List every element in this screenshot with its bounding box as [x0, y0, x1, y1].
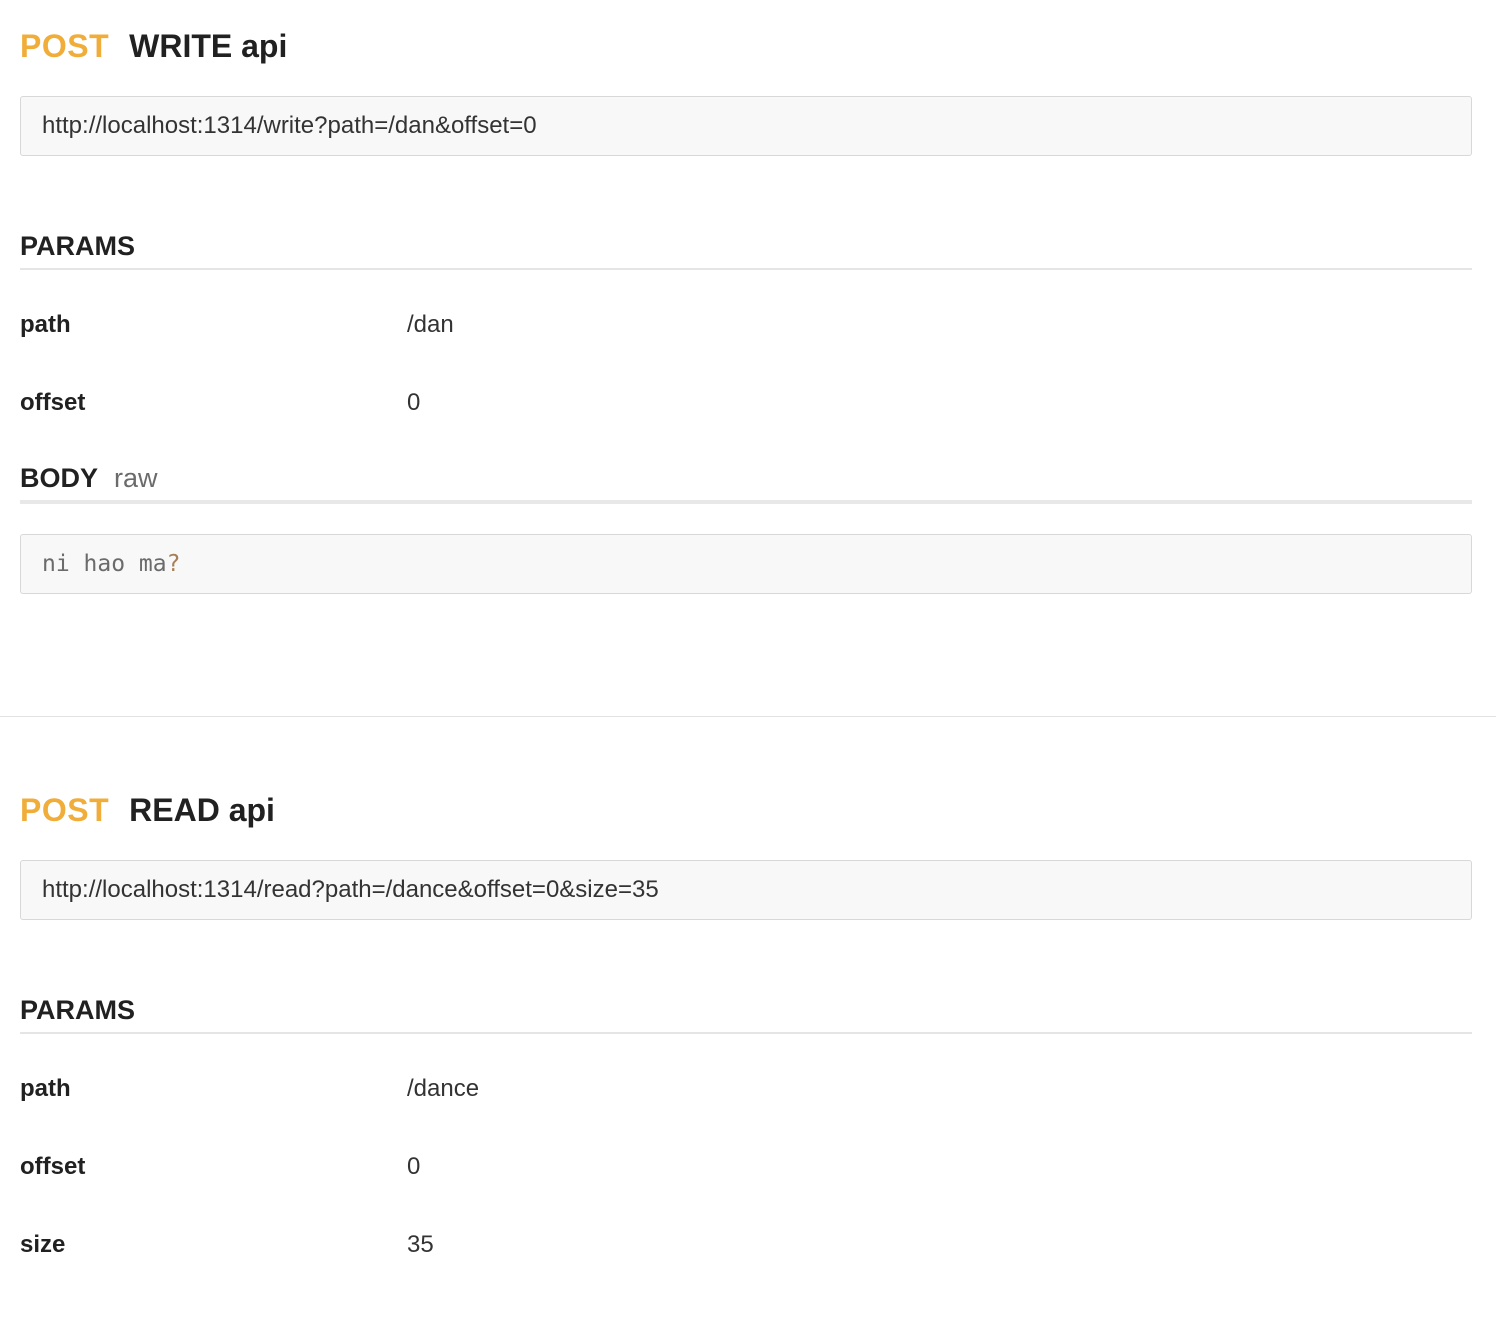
- body-heading: BODY raw: [20, 454, 1472, 504]
- body-mode: raw: [114, 463, 158, 493]
- endpoint-write: POST WRITE api http://localhost:1314/wri…: [20, 18, 1472, 594]
- param-row: offset 0: [20, 364, 1472, 442]
- params-table: path /dance offset 0 size 35: [20, 1034, 1472, 1284]
- param-row: size 35: [20, 1206, 1472, 1284]
- method-badge: POST: [20, 27, 110, 64]
- param-key: offset: [20, 1153, 86, 1180]
- body-punctuation: ?: [166, 551, 181, 577]
- param-key: path: [20, 1075, 71, 1102]
- param-row: offset 0: [20, 1128, 1472, 1206]
- param-value: 35: [407, 1231, 434, 1258]
- params-label: PARAMS: [20, 995, 136, 1025]
- param-row: path /dance: [20, 1050, 1472, 1128]
- param-value: /dan: [407, 311, 454, 338]
- endpoint-title: READ api: [129, 791, 275, 828]
- params-heading: PARAMS: [20, 222, 1472, 270]
- request-url[interactable]: http://localhost:1314/write?path=/dan&of…: [20, 96, 1472, 156]
- param-key: offset: [20, 389, 86, 416]
- method-badge: POST: [20, 791, 110, 828]
- request-body[interactable]: ni hao ma?: [20, 534, 1472, 594]
- params-table: path /dan offset 0: [20, 270, 1472, 442]
- request-url[interactable]: http://localhost:1314/read?path=/dance&o…: [20, 860, 1472, 920]
- section-divider: [0, 716, 1496, 717]
- param-row: path /dan: [20, 286, 1472, 364]
- body-text: ni hao ma: [42, 551, 167, 577]
- params-heading: PARAMS: [20, 986, 1472, 1034]
- endpoint-title: WRITE api: [129, 27, 288, 64]
- param-key: path: [20, 311, 71, 338]
- param-value: /dance: [407, 1075, 480, 1102]
- body-label: BODY: [20, 463, 99, 493]
- param-value: 0: [407, 1153, 421, 1180]
- endpoint-header: POST READ api: [20, 782, 1472, 838]
- endpoint-header: POST WRITE api: [20, 18, 1472, 74]
- params-label: PARAMS: [20, 231, 136, 261]
- param-value: 0: [407, 389, 421, 416]
- endpoint-read: POST READ api http://localhost:1314/read…: [20, 782, 1472, 1284]
- param-key: size: [20, 1231, 66, 1258]
